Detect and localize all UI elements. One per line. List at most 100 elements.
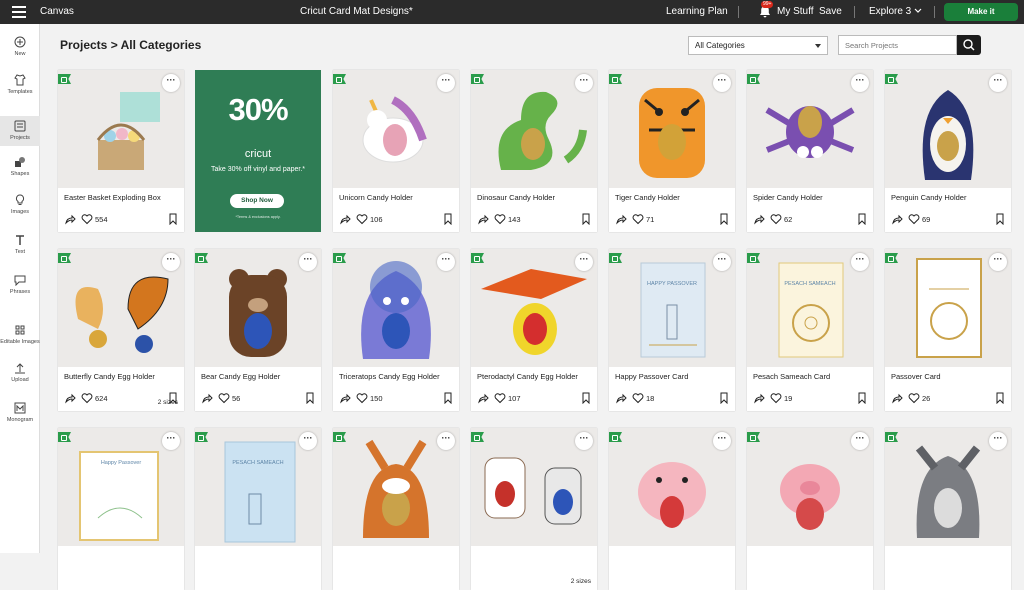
project-title[interactable]: Butterfly Candy Egg Holder xyxy=(64,372,155,381)
project-card[interactable]: ··· Dinosaur Candy Holder 143 xyxy=(471,70,597,232)
project-card[interactable]: HAPPY PASSOVER ··· Happy Passover Card 18 xyxy=(609,249,735,411)
project-card[interactable]: ··· Penguin Candy Holder 69 xyxy=(885,70,1011,232)
sidebar-item-text[interactable]: Text xyxy=(0,230,40,260)
save-button[interactable]: Save xyxy=(819,0,842,24)
machine-select[interactable]: Explore 3 xyxy=(869,0,922,24)
sidebar-item-editable-images[interactable]: Editable Images xyxy=(0,320,40,350)
more-options-button[interactable]: ··· xyxy=(713,253,731,271)
share-icon[interactable] xyxy=(64,392,76,404)
bookmark-icon[interactable] xyxy=(719,392,729,404)
bookmark-icon[interactable] xyxy=(443,392,453,404)
share-icon[interactable] xyxy=(753,392,765,404)
project-title[interactable]: Happy Passover Card xyxy=(615,372,688,381)
more-options-button[interactable]: ··· xyxy=(713,432,731,450)
project-card[interactable]: PESACH SAMEACH ··· Pesach Sameach Card 19 xyxy=(747,249,873,411)
project-title[interactable]: Tiger Candy Holder xyxy=(615,193,680,202)
bookmark-icon[interactable] xyxy=(995,392,1005,404)
more-options-button[interactable]: ··· xyxy=(575,253,593,271)
more-options-button[interactable]: ··· xyxy=(437,74,455,92)
project-title[interactable]: Bear Candy Egg Holder xyxy=(201,372,280,381)
more-options-button[interactable]: ··· xyxy=(299,432,317,450)
project-card[interactable]: ··· Tiger Candy Holder 71 xyxy=(609,70,735,232)
more-options-button[interactable]: ··· xyxy=(989,253,1007,271)
sidebar-item-monogram[interactable]: Monogram xyxy=(0,398,40,428)
sidebar-item-new[interactable]: New xyxy=(0,32,40,62)
category-select[interactable]: All Categories xyxy=(688,36,828,55)
shop-now-button[interactable]: Shop Now xyxy=(230,194,284,208)
heart-icon[interactable] xyxy=(632,213,644,225)
heart-icon[interactable] xyxy=(494,213,506,225)
heart-icon[interactable] xyxy=(356,213,368,225)
project-title[interactable]: Pesach Sameach Card xyxy=(753,372,830,381)
bookmark-icon[interactable] xyxy=(581,213,591,225)
heart-icon[interactable] xyxy=(908,392,920,404)
sidebar-item-shapes[interactable]: Shapes xyxy=(0,152,40,182)
more-options-button[interactable]: ··· xyxy=(437,432,455,450)
project-card[interactable]: ··· Unicorn Candy Holder 106 xyxy=(333,70,459,232)
project-card[interactable]: ··· Easter Basket Exploding Box 554 xyxy=(58,70,184,232)
search-button[interactable] xyxy=(957,35,981,55)
project-card[interactable]: ··· Pterodactyl Candy Egg Holder 107 xyxy=(471,249,597,411)
heart-icon[interactable] xyxy=(356,392,368,404)
sidebar-item-projects[interactable]: Projects xyxy=(0,116,40,146)
document-title[interactable]: Cricut Card Mat Designs* xyxy=(300,0,413,24)
project-title[interactable]: Penguin Candy Holder xyxy=(891,193,966,202)
project-title[interactable]: Unicorn Candy Holder xyxy=(339,193,413,202)
more-options-button[interactable]: ··· xyxy=(299,253,317,271)
heart-icon[interactable] xyxy=(770,213,782,225)
share-icon[interactable] xyxy=(339,213,351,225)
more-options-button[interactable]: ··· xyxy=(437,253,455,271)
project-title[interactable]: Pterodactyl Candy Egg Holder xyxy=(477,372,578,381)
more-options-button[interactable]: ··· xyxy=(989,432,1007,450)
project-card[interactable]: ··· Bear Candy Egg Holder 56 xyxy=(195,249,321,411)
project-card[interactable]: ··· Triceratops Candy Egg Holder 150 xyxy=(333,249,459,411)
heart-icon[interactable] xyxy=(632,392,644,404)
project-card[interactable]: ··· xyxy=(609,428,735,590)
share-icon[interactable] xyxy=(201,392,213,404)
more-options-button[interactable]: ··· xyxy=(162,253,180,271)
heart-icon[interactable] xyxy=(81,213,93,225)
heart-icon[interactable] xyxy=(218,392,230,404)
more-options-button[interactable]: ··· xyxy=(851,253,869,271)
share-icon[interactable] xyxy=(339,392,351,404)
my-stuff-link[interactable]: My Stuff xyxy=(777,0,814,24)
project-card[interactable]: ··· Spider Candy Holder 62 xyxy=(747,70,873,232)
project-card[interactable]: Happy Passover ··· xyxy=(58,428,184,590)
bookmark-icon[interactable] xyxy=(168,213,178,225)
more-options-button[interactable]: ··· xyxy=(575,432,593,450)
project-card[interactable]: ··· 2 sizes Butterfly Candy Egg Holder 624 xyxy=(58,249,184,411)
project-card[interactable]: ··· Passover Card 26 xyxy=(885,249,1011,411)
share-icon[interactable] xyxy=(477,392,489,404)
bookmark-icon[interactable] xyxy=(581,392,591,404)
make-it-button[interactable]: Make it xyxy=(944,3,1018,21)
heart-icon[interactable] xyxy=(81,392,93,404)
project-title[interactable]: Spider Candy Holder xyxy=(753,193,823,202)
project-title[interactable]: Passover Card xyxy=(891,372,941,381)
bookmark-icon[interactable] xyxy=(857,392,867,404)
breadcrumb[interactable]: Projects > All Categories xyxy=(60,38,201,52)
bookmark-icon[interactable] xyxy=(995,213,1005,225)
project-card[interactable]: ··· 2 sizes xyxy=(471,428,597,590)
heart-icon[interactable] xyxy=(908,213,920,225)
sidebar-item-templates[interactable]: Templates xyxy=(0,70,40,100)
heart-icon[interactable] xyxy=(494,392,506,404)
bookmark-icon[interactable] xyxy=(305,392,315,404)
more-options-button[interactable]: ··· xyxy=(851,74,869,92)
share-icon[interactable] xyxy=(891,392,903,404)
bookmark-icon[interactable] xyxy=(168,392,178,404)
share-icon[interactable] xyxy=(615,392,627,404)
project-title[interactable]: Triceratops Candy Egg Holder xyxy=(339,372,440,381)
more-options-button[interactable]: ··· xyxy=(575,74,593,92)
search-input[interactable] xyxy=(838,35,957,55)
project-title[interactable]: Easter Basket Exploding Box xyxy=(64,193,161,202)
bookmark-icon[interactable] xyxy=(857,213,867,225)
bookmark-icon[interactable] xyxy=(443,213,453,225)
bookmark-icon[interactable] xyxy=(719,213,729,225)
share-icon[interactable] xyxy=(477,213,489,225)
project-card[interactable]: ··· xyxy=(885,428,1011,590)
more-options-button[interactable]: ··· xyxy=(989,74,1007,92)
promo-banner[interactable]: 30% cricut Take 30% off vinyl and paper.… xyxy=(195,70,321,232)
project-card[interactable]: PESACH SAMEACH ··· xyxy=(195,428,321,590)
more-options-button[interactable]: ··· xyxy=(713,74,731,92)
share-icon[interactable] xyxy=(753,213,765,225)
